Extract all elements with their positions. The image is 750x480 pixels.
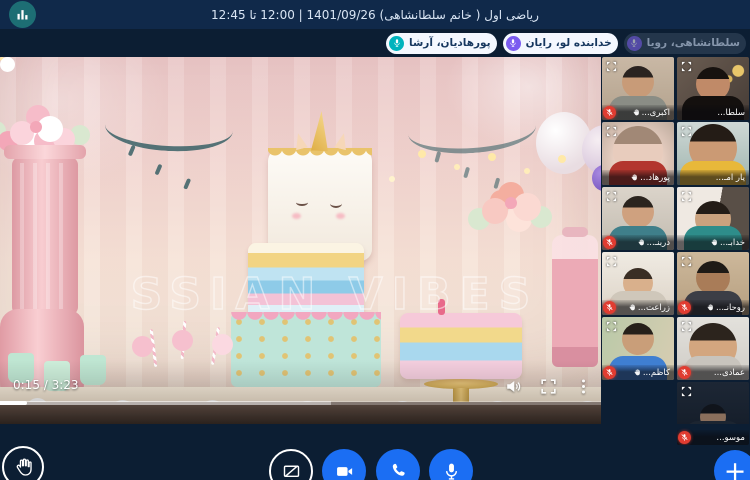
- participant-name: خدابـ...: [719, 237, 745, 248]
- speaker-badge[interactable]: پورهادیان، آرشا: [386, 32, 497, 54]
- expand-icon[interactable]: [680, 320, 693, 333]
- participants-grid: اکبری... سلطا... پورهاد... یار امـ... در…: [602, 57, 750, 457]
- raised-hand-icon: [628, 303, 636, 312]
- expand-icon[interactable]: [605, 255, 618, 268]
- expand-icon[interactable]: [605, 125, 618, 138]
- expand-icon[interactable]: [680, 190, 693, 203]
- microphone-button[interactable]: [429, 449, 473, 480]
- raised-hand-icon: [630, 173, 638, 182]
- classroom-app: ریاضی اول ( خانم سلطانشاهی) 1401/09/26 |…: [0, 0, 750, 480]
- participant-namebar: سلطا...: [677, 105, 749, 120]
- stats-button[interactable]: [9, 1, 36, 28]
- participant-tile[interactable]: موسو...: [677, 382, 749, 445]
- bar-chart-icon: [15, 7, 30, 22]
- expand-icon[interactable]: [680, 60, 693, 73]
- participant-name: پورهاد...: [640, 172, 670, 183]
- mic-muted-icon: [603, 366, 616, 379]
- bottom-toolbar: +: [0, 424, 750, 480]
- participant-namebar: یار امـ...: [677, 170, 749, 185]
- add-button[interactable]: +: [714, 450, 750, 480]
- flower-arrangement-left: [30, 121, 42, 133]
- participant-tile[interactable]: زراعت...: [602, 252, 674, 315]
- mic-muted-icon: [678, 431, 691, 444]
- participant-tile[interactable]: سلطا...: [677, 57, 749, 120]
- participant-tile[interactable]: روحانـ...: [677, 252, 749, 315]
- mic-muted-icon: [678, 366, 691, 379]
- participant-name: موسو...: [716, 432, 745, 443]
- mic-on-icon: [505, 35, 521, 51]
- participant-tile[interactable]: کاظم...: [602, 317, 674, 380]
- speaker-badge[interactable]: سلطانشاهی، رویا: [623, 32, 746, 54]
- expand-icon[interactable]: [605, 320, 618, 333]
- participant-tile[interactable]: دربنـ...: [602, 187, 674, 250]
- cupcakes: [0, 57, 15, 72]
- volume-icon[interactable]: [504, 377, 523, 396]
- participant-name: یار امـ...: [715, 172, 745, 183]
- participant-tile[interactable]: یار امـ...: [677, 122, 749, 185]
- microphone-icon: [441, 461, 462, 480]
- expand-icon[interactable]: [605, 60, 618, 73]
- screen-share-off-button[interactable]: [269, 449, 313, 480]
- participant-namebar: پورهاد...: [602, 170, 674, 185]
- video-controls: [504, 377, 593, 396]
- raised-hand-icon: [637, 238, 645, 247]
- speaker-name: پورهادیان، آرشا: [409, 37, 491, 49]
- progress-played: [0, 401, 28, 405]
- mic-muted-icon: [678, 301, 691, 314]
- phone-icon: [388, 461, 409, 480]
- raised-hand-icon: [633, 368, 641, 377]
- speaker-name: سلطانشاهی، رویا: [646, 37, 740, 49]
- mic-muted-icon: [603, 301, 616, 314]
- participant-name: دربنـ...: [646, 237, 670, 248]
- speaker-badge[interactable]: خدابنده لو، رایان: [502, 32, 618, 54]
- session-title: ریاضی اول ( خانم سلطانشاهی) 1401/09/26 |…: [211, 7, 539, 22]
- expand-icon[interactable]: [605, 190, 618, 203]
- participant-tile[interactable]: اکبری...: [602, 57, 674, 120]
- participant-name: عمادی...: [713, 367, 745, 378]
- more-options-icon[interactable]: [574, 377, 593, 396]
- raise-hand-button[interactable]: [2, 446, 44, 480]
- mic-muted-icon: [603, 236, 616, 249]
- camera-button[interactable]: [322, 449, 366, 480]
- fullscreen-icon[interactable]: [539, 377, 558, 396]
- participant-tile[interactable]: پورهاد...: [602, 122, 674, 185]
- participant-tile[interactable]: خدابـ...: [677, 187, 749, 250]
- flower-arrangement-right: [505, 197, 517, 209]
- video-progress-bar[interactable]: [0, 401, 601, 405]
- participant-name: روحانـ...: [715, 302, 745, 313]
- expand-icon[interactable]: [680, 255, 693, 268]
- phone-button[interactable]: [376, 449, 420, 480]
- participant-name: سلطا...: [717, 107, 745, 118]
- raised-hand-icon: [706, 303, 714, 312]
- mic-on-icon: [626, 35, 642, 51]
- participant-name: زراعت...: [637, 302, 670, 313]
- speaker-name: خدابنده لو، رایان: [525, 37, 612, 49]
- participant-name: اکبری...: [641, 107, 670, 118]
- camera-icon: [334, 461, 355, 480]
- expand-icon[interactable]: [680, 385, 693, 398]
- participant-namebar: خدابـ...: [677, 235, 749, 250]
- video-time: 0:15 / 3:23: [13, 378, 79, 392]
- expand-icon[interactable]: [680, 125, 693, 138]
- screen-share-off-icon: [281, 461, 302, 480]
- progress-buffered: [0, 401, 331, 405]
- mic-muted-icon: [603, 106, 616, 119]
- header-bar: ریاضی اول ( خانم سلطانشاهی) 1401/09/26 |…: [0, 0, 750, 29]
- video-watermark: SSIAN VIBES: [130, 268, 540, 320]
- unicorn-cheeks: [292, 213, 301, 219]
- mic-on-icon: [389, 35, 404, 51]
- hand-icon: [13, 457, 34, 478]
- raised-hand-icon: [632, 108, 640, 117]
- plus-icon: +: [723, 455, 747, 480]
- participant-tile[interactable]: عمادی...: [677, 317, 749, 380]
- participant-name: کاظم...: [642, 367, 670, 378]
- raised-hand-icon: [710, 238, 718, 247]
- active-speakers-row: سلطانشاهی، رویا خدابنده لو، رایان پورهاد…: [0, 29, 750, 57]
- video-player[interactable]: SSIAN VIBES 0:15 / 3:23: [0, 57, 601, 424]
- unicorn-eyes: [296, 199, 342, 208]
- pink-pillar: [4, 145, 86, 315]
